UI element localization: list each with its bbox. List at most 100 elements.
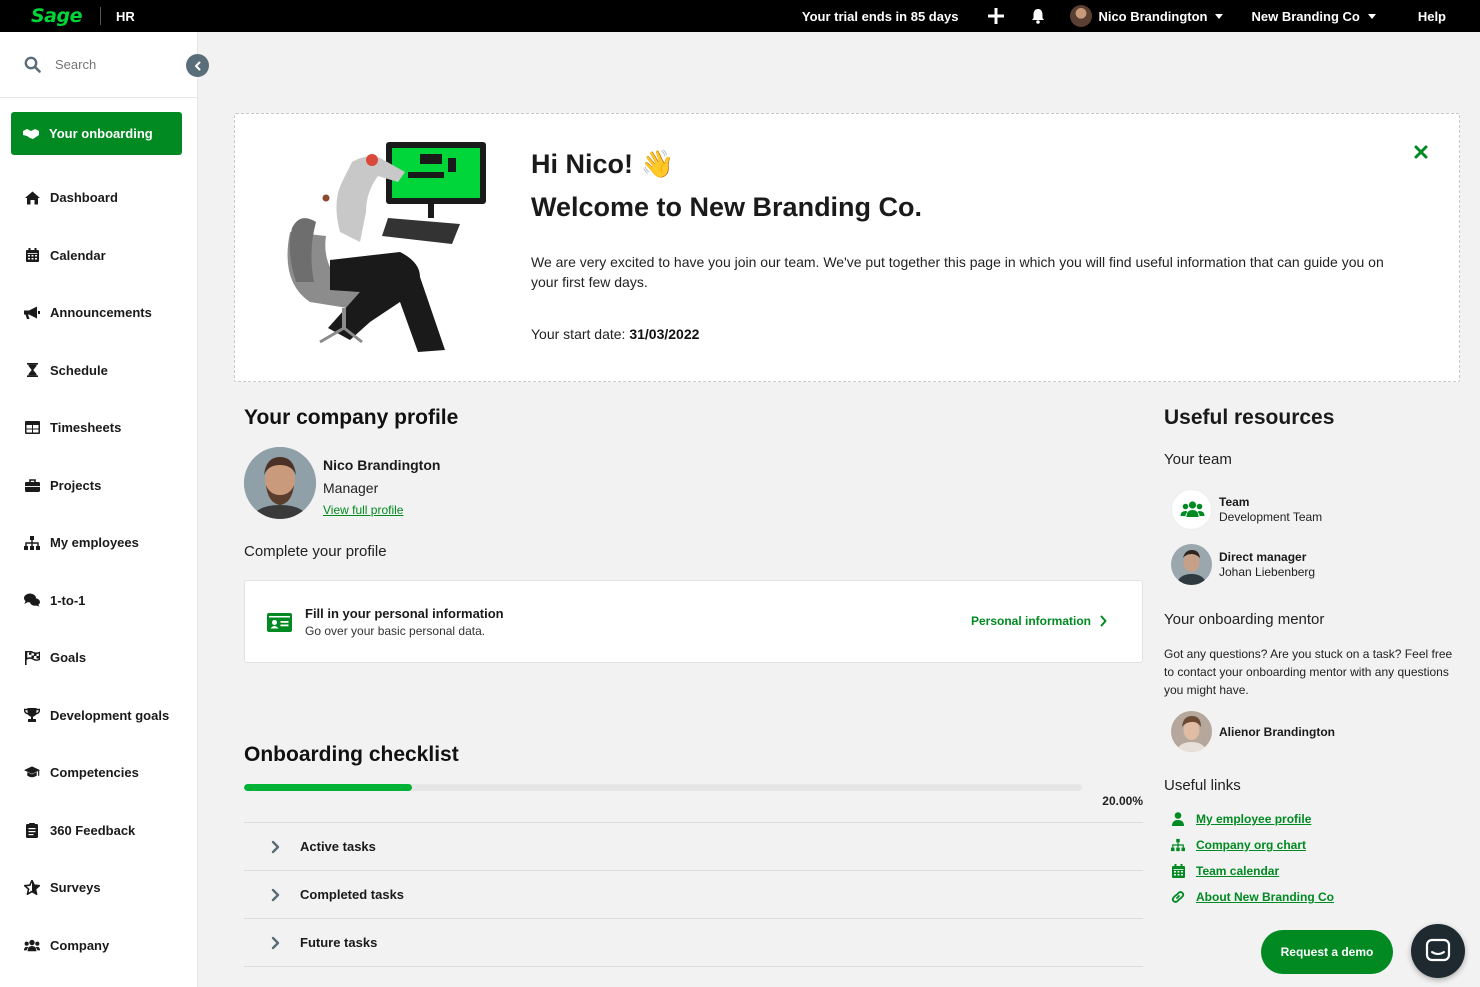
- table-icon: [24, 420, 40, 436]
- hourglass-icon: [24, 362, 40, 378]
- chevron-down-icon: [1367, 13, 1376, 19]
- checklist-row-label: Future tasks: [300, 935, 378, 950]
- sidebar-item-surveys[interactable]: Surveys: [0, 859, 197, 917]
- your-team-heading: Your team: [1164, 451, 1232, 468]
- personal-info-card[interactable]: Fill in your personal information Go ove…: [244, 580, 1143, 663]
- clipboard-icon: [24, 822, 40, 838]
- personal-information-link-label: Personal information: [970, 614, 1091, 628]
- personal-info-subtitle: Go over your basic personal data.: [305, 624, 486, 638]
- product-name: HR: [116, 8, 135, 24]
- sidebar-item-label: Projects: [50, 477, 102, 493]
- sidebar-item-competencies[interactable]: Competencies: [0, 744, 197, 802]
- useful-link[interactable]: My employee profile: [1171, 812, 1311, 826]
- chevron-right-icon: [1100, 615, 1107, 627]
- sidebar-item-schedule[interactable]: Schedule: [0, 342, 197, 400]
- sidebar-item-label: Dashboard: [50, 190, 118, 206]
- main-content: Hi Nico! 👋 Welcome to New Branding Co. W…: [198, 32, 1480, 987]
- top-bar: Sage HR Your trial ends in 85 days Nico …: [0, 0, 1480, 32]
- mentor-name: Alienor Brandington: [1219, 724, 1335, 739]
- checklist-progress-fill: [244, 784, 412, 791]
- direct-manager-item[interactable]: Direct manager Johan Liebenberg: [1171, 544, 1315, 585]
- user-menu[interactable]: Nico Brandington: [1070, 5, 1224, 27]
- checklist-row[interactable]: Active tasks: [244, 822, 1143, 870]
- chevron-right-icon: [271, 888, 280, 901]
- help-link[interactable]: Help: [1418, 9, 1446, 24]
- sidebar-item-label: Schedule: [50, 362, 108, 378]
- view-full-profile-link[interactable]: View full profile: [323, 503, 403, 517]
- sidebar-item-label: Surveys: [50, 880, 101, 896]
- trial-notice[interactable]: Your trial ends in 85 days: [802, 9, 959, 24]
- sidebar-item-360-feedback[interactable]: 360 Feedback: [0, 802, 197, 860]
- search-input[interactable]: [55, 57, 175, 72]
- personal-information-link[interactable]: Personal information: [971, 614, 1107, 628]
- star-icon: [24, 880, 40, 896]
- sidebar-item-development-goals[interactable]: Development goals: [0, 687, 197, 745]
- sidebar-item-label: 1-to-1: [50, 592, 86, 608]
- sidebar-item-goals[interactable]: Goals: [0, 629, 197, 687]
- complete-profile-heading: Complete your profile: [244, 543, 387, 560]
- bell-icon[interactable]: [1028, 6, 1048, 26]
- sidebar-item-your-onboarding[interactable]: Your onboarding: [11, 112, 182, 155]
- greeting-heading: Hi Nico! 👋: [531, 149, 675, 179]
- sidebar-item-label: Development goals: [50, 707, 170, 723]
- request-demo-button[interactable]: Request a demo: [1261, 930, 1393, 974]
- checklist-progress-bar: [244, 784, 1082, 791]
- sidebar-item-announcements[interactable]: Announcements: [0, 284, 197, 342]
- sidebar-item-company[interactable]: Company: [0, 917, 197, 975]
- manager-label: Direct manager: [1219, 550, 1307, 564]
- logo-divider: [100, 7, 101, 25]
- checklist-row[interactable]: Completed tasks: [244, 870, 1143, 918]
- company-profile-title: Your company profile: [244, 406, 459, 429]
- welcome-text: We are very excited to have you join our…: [531, 254, 1384, 290]
- start-date-value: 31/03/2022: [629, 326, 700, 342]
- useful-link-label: Company org chart: [1196, 838, 1307, 852]
- sage-logo[interactable]: Sage: [31, 5, 83, 27]
- useful-link[interactable]: Team calendar: [1171, 864, 1279, 878]
- home-icon: [24, 190, 40, 206]
- manager-name: Johan Liebenberg: [1219, 565, 1316, 579]
- collapse-sidebar-button[interactable]: [186, 54, 209, 77]
- sidebar-item-my-employees[interactable]: My employees: [0, 514, 197, 572]
- user-name: Nico Brandington: [1098, 8, 1208, 24]
- manager-avatar: [1171, 544, 1212, 585]
- company-menu[interactable]: New Branding Co: [1251, 8, 1376, 24]
- team-avatar: [1171, 489, 1212, 530]
- calendar-icon: [1171, 864, 1185, 878]
- sidebar-item-label: Calendar: [50, 247, 106, 263]
- useful-link[interactable]: About New Branding Co: [1171, 890, 1334, 904]
- sidebar-item-label: Timesheets: [50, 420, 122, 436]
- chat-launcher-button[interactable]: [1411, 924, 1465, 978]
- sidebar-item-label: Your onboarding: [49, 126, 153, 141]
- useful-link[interactable]: Company org chart: [1171, 838, 1306, 852]
- useful-resources-title: Useful resources: [1164, 406, 1335, 429]
- users-icon: [24, 937, 40, 953]
- handshake-icon: [23, 126, 39, 142]
- sidebar-item-1-to-1[interactable]: 1-to-1: [0, 572, 197, 630]
- sidebar-item-label: My employees: [50, 535, 139, 551]
- sidebar-item-label: 360 Feedback: [50, 822, 136, 838]
- sidebar-nav: Your onboarding Dashboard Calendar Announce…: [0, 98, 197, 974]
- mentor-avatar: [1171, 711, 1212, 752]
- start-date-label: Your start date:: [531, 326, 626, 342]
- profile-name: Nico Brandington: [323, 457, 441, 473]
- chevron-right-icon: [271, 936, 280, 949]
- chevron-right-icon: [271, 840, 280, 853]
- onboarding-illustration: [287, 142, 486, 352]
- close-icon[interactable]: [1413, 144, 1429, 160]
- mentor-heading: Your onboarding mentor: [1164, 611, 1325, 628]
- sidebar-item-projects[interactable]: Projects: [0, 457, 197, 515]
- sidebar-item-timesheets[interactable]: Timesheets: [0, 399, 197, 457]
- sidebar-item-calendar[interactable]: Calendar: [0, 227, 197, 285]
- checklist-row[interactable]: Future tasks: [244, 918, 1143, 966]
- plus-icon[interactable]: [986, 6, 1006, 26]
- trophy-icon: [24, 707, 40, 723]
- graduation-cap-icon: [24, 765, 40, 781]
- calendar-icon: [24, 247, 40, 263]
- company-name: New Branding Co: [1251, 8, 1360, 24]
- sidebar: Your onboarding Dashboard Calendar Announce…: [0, 32, 198, 987]
- profile-role: Manager: [323, 480, 379, 496]
- mentor-item[interactable]: Alienor Brandington: [1171, 711, 1335, 752]
- sidebar-item-dashboard[interactable]: Dashboard: [0, 169, 197, 227]
- team-item[interactable]: Team Development Team: [1171, 489, 1322, 530]
- link-icon: [1171, 890, 1185, 904]
